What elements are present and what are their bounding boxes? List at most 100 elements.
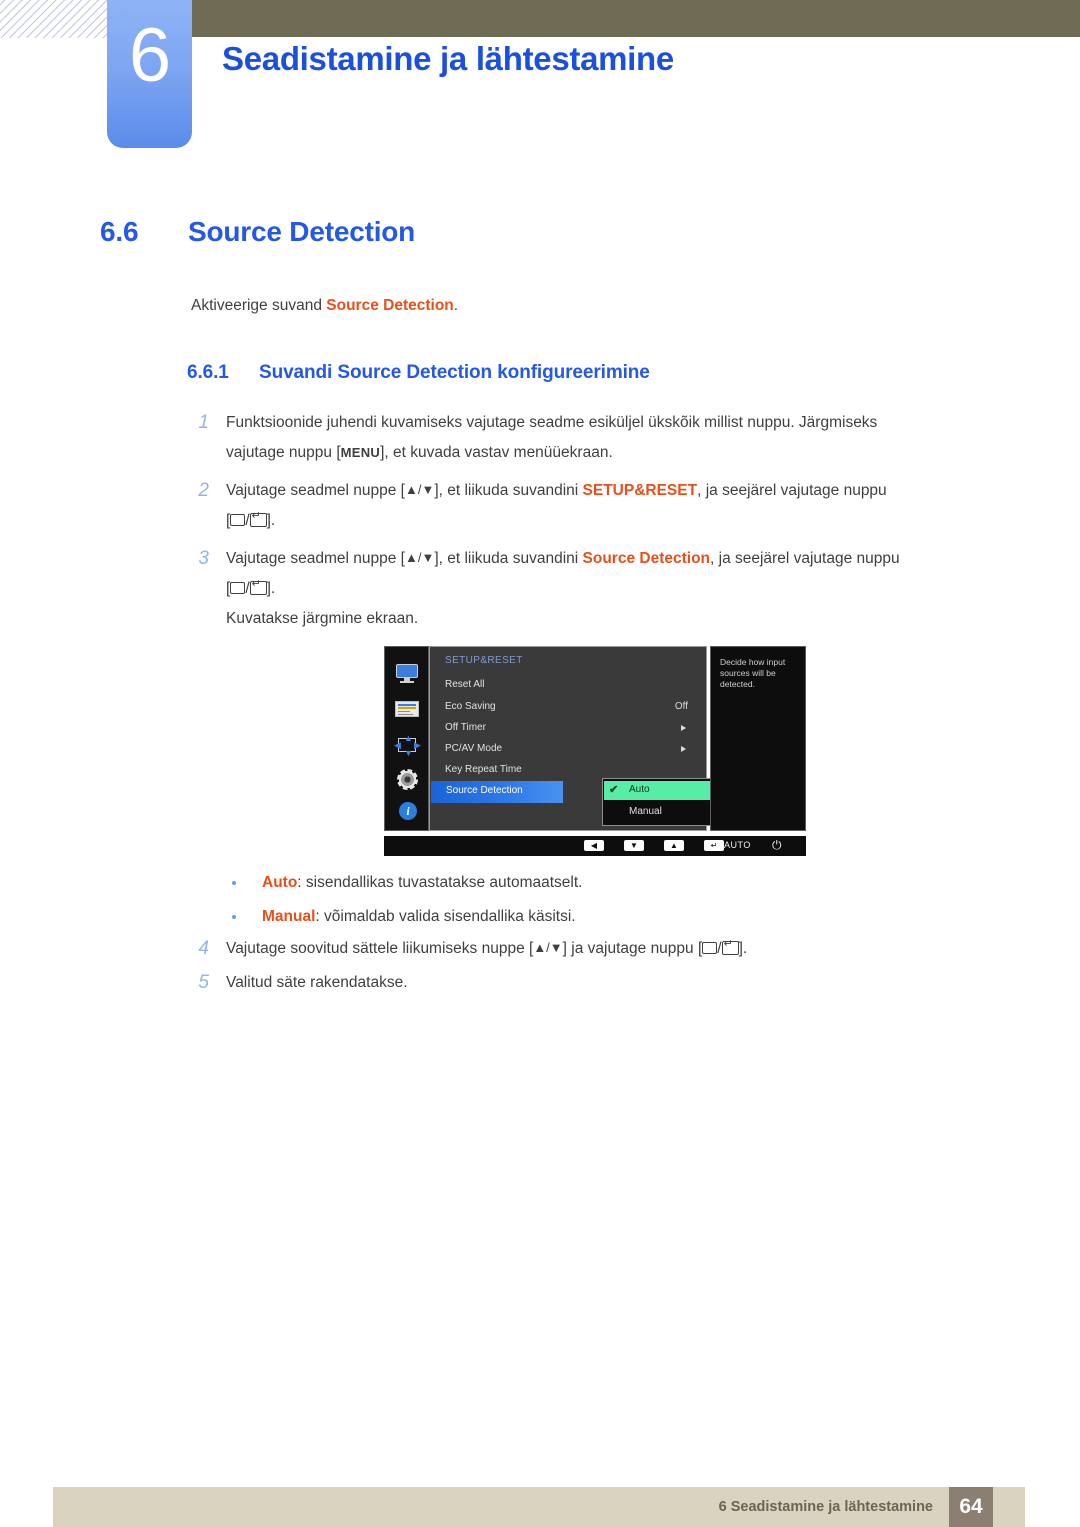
instruction-steps: 1 Funktsioonide juhendi kuvamiseks vajut… [187,408,987,642]
position-arrows-icon[interactable]: ▲ ▼ ◀ ▶ [393,734,421,758]
osd-submenu-label: Auto [629,784,650,795]
bullet-term: Auto [262,874,298,891]
step-4: 4 Vajutage soovitud sättele liikumiseks … [187,934,987,964]
color-bars-icon[interactable] [393,699,421,721]
section-number: 6.6 [100,216,139,247]
step-2: 2 Vajutage seadmel nuppe [▲/▼], et liiku… [187,476,987,536]
osd-screenshot: ▲ ▼ ◀ ▶ i SETUP&RESET Reset All Eco Saving… [384,646,806,856]
chapter-tab: 6 [107,0,192,148]
osd-left-button[interactable]: ◀ [584,840,604,851]
osd-help-panel: Decide how input sources will be detecte… [710,646,806,831]
step-3: 3 Vajutage seadmel nuppe [▲/▼], et liiku… [187,544,987,634]
monitor-icon[interactable] [393,663,421,685]
footer-band: 6 Seadistamine ja lähtestamine 64 [53,1487,1025,1527]
menu-keycap: MENU [340,445,381,460]
info-icon[interactable]: i [393,802,421,824]
check-icon: ✔ [609,784,619,796]
subsection-title: Suvandi Source Detection konfigureerimin… [259,362,650,383]
step-2-e: ]. [266,512,276,529]
osd-auto-label[interactable]: AUTO [724,840,751,850]
step-5: 5 Valitud säte rakendatakse. [187,968,987,998]
step-4-slash: / [717,940,722,957]
osd-row-eco-saving[interactable]: Eco Saving Off [430,697,706,719]
power-icon[interactable]: ⏻ [772,839,782,852]
osd-menu-panel: SETUP&RESET Reset All Eco Saving Off Off… [429,646,752,831]
bullet-manual: Manual: võimaldab valida sisendallika kä… [228,900,988,934]
chevron-right-icon [681,746,686,752]
step-2-b: ], et liikuda suvandini [434,482,583,499]
step-number: 4 [198,938,209,959]
osd-row-off-timer[interactable]: Off Timer [430,718,706,740]
intro-paragraph: Aktiveerige suvand Source Detection. [191,297,458,315]
osd-row-label: Reset All [445,679,485,690]
osd-row-reset-all[interactable]: Reset All [430,675,706,697]
bullet-rest: : võimaldab valida sisendallika käsitsi. [315,908,576,925]
bullet-rest: : sisendallikas tuvastatakse automaatsel… [297,874,583,891]
intro-after: . [453,297,459,314]
footer-text: 6 Seadistamine ja lähtestamine [718,1499,933,1515]
step-3-b: ], et liikuda suvandini [434,550,583,567]
osd-up-button[interactable]: ▲ [664,840,684,851]
section-heading: 6.6 Source Detection [100,216,960,248]
header-olive-band [192,0,1080,37]
updown-arrows-icon: ▲/▼ [404,482,435,497]
step-2-slash: / [245,512,250,529]
step-1: 1 Funktsioonide juhendi kuvamiseks vajut… [187,408,987,468]
hatch-decoration [0,0,112,38]
osd-row-label: PC/AV Mode [445,743,503,754]
osd-row-pc-av-mode[interactable]: PC/AV Mode [430,739,706,761]
osd-row-label: Eco Saving [445,701,496,712]
osd-row-source-detection[interactable]: Source Detection [431,781,563,803]
step-4-c: ]. [738,940,748,957]
intro-before: Aktiveerige suvand [191,297,327,314]
updown-arrows-icon: ▲/▼ [533,940,563,955]
osd-row-label: Key Repeat Time [445,764,522,775]
chapter-title: Seadistamine ja lähtestamine [222,40,674,77]
step-3-a: Vajutage seadmel nuppe [ [226,550,405,567]
osd-row-label: Source Detection [446,785,523,796]
osd-help-text: Decide how input sources will be detecte… [720,657,786,689]
osd-row-value: Off [674,701,688,712]
bullet-auto: Auto: sisendallikas tuvastatakse automaa… [228,866,988,900]
step-2-highlight: SETUP&RESET [582,482,698,499]
step-3-c: , ja seejärel vajutage nuppu [710,550,900,567]
step-number: 1 [198,412,209,433]
step-1-line2-a: vajutage nuppu [ [226,444,341,461]
intro-highlight: Source Detection [326,297,454,314]
step-3-highlight: Source Detection [582,550,711,567]
osd-submenu-label: Manual [629,806,662,817]
osd-sidebar: ▲ ▼ ◀ ▶ i [384,646,429,831]
source-box-icon [702,942,718,954]
osd-menu-title: SETUP&RESET [445,655,523,666]
footer-page-number: 64 [949,1487,993,1527]
section-title: Source Detection [188,216,416,247]
enter-key-icon [249,510,267,527]
subsection-heading: 6.6.1 Suvandi Source Detection konfiguree… [187,362,650,384]
step-1-line2: vajutage nuppu [MENU], et kuvada vastav … [226,438,987,468]
step-1-line1: Funktsioonide juhendi kuvamiseks vajutag… [226,414,878,431]
step-number: 2 [198,480,209,501]
osd-main: ▲ ▼ ◀ ▶ i SETUP&RESET Reset All Eco Saving… [384,646,806,831]
step-4-a: Vajutage soovitud sättele liikumiseks nu… [226,940,534,957]
step-5-a: Valitud säte rakendatakse. [226,974,408,991]
step-3-e: ]. [266,580,276,597]
step-number: 3 [198,548,209,569]
step-number: 5 [198,972,209,993]
osd-enter-button[interactable]: ↵ [704,840,724,851]
enter-key-icon [249,578,267,595]
gear-icon[interactable] [393,769,421,791]
osd-button-bar: ◀ ▼ ▲ ↵ AUTO ⏻ [384,836,806,856]
option-bullets: Auto: sisendallikas tuvastatakse automaa… [228,866,988,934]
subsection-number: 6.6.1 [187,362,229,383]
chevron-right-icon [681,725,686,731]
step-1-line2-b: ], et kuvada vastav menüüekraan. [380,444,613,461]
source-box-icon [230,582,246,594]
step-2-a: Vajutage seadmel nuppe [ [226,482,405,499]
bullet-term: Manual [262,908,316,925]
step-2-c: , ja seejärel vajutage nuppu [697,482,887,499]
osd-down-button[interactable]: ▼ [624,840,644,851]
step-3-extra: Kuvatakse järgmine ekraan. [226,610,419,627]
step-2-line2: [/]. [226,506,987,536]
osd-row-label: Off Timer [445,722,486,733]
enter-key-icon [721,938,739,955]
